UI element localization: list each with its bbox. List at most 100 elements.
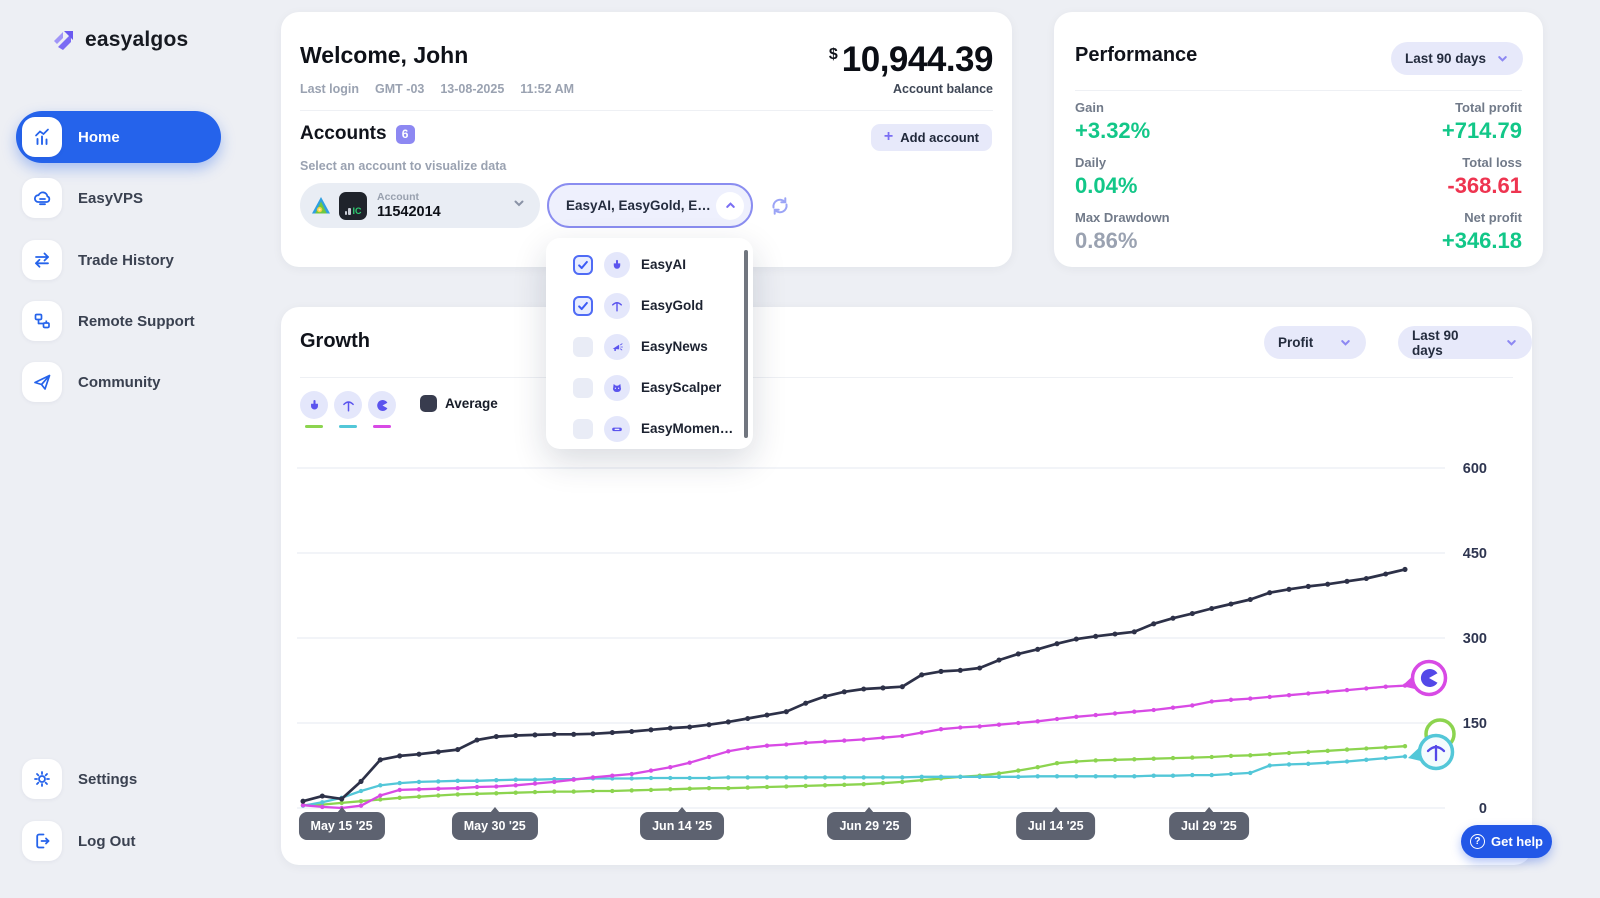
growth-card: Growth Profit Last 90 days (281, 307, 1532, 865)
sidebar-item-label: Remote Support (78, 313, 195, 330)
accounts-section-title: Accounts 6 (300, 123, 415, 145)
cloud-server-icon (22, 178, 62, 218)
dropdown-item-easynews[interactable]: EasyNews (546, 326, 753, 367)
logout-icon (22, 821, 62, 861)
pickaxe-icon (604, 293, 630, 319)
divider (300, 110, 993, 111)
chevron-down-icon (1505, 336, 1518, 349)
checkbox[interactable] (573, 419, 593, 439)
accounts-subtitle: Select an account to visualize data (300, 159, 506, 173)
performance-range-select[interactable]: Last 90 days (1391, 42, 1523, 75)
metric-daily: Daily 0.04% (1075, 155, 1137, 199)
chart-legend: Average (300, 391, 498, 419)
get-help-button[interactable]: ? Get help (1461, 825, 1552, 858)
logo-arrow-icon (50, 26, 77, 53)
sidebar-item-label: Settings (78, 771, 137, 788)
growth-range-select[interactable]: Last 90 days (1398, 326, 1532, 359)
account-label: Account (377, 191, 441, 203)
chevron-down-icon (1496, 52, 1509, 65)
broker-ic-markets-icon: IC (339, 192, 367, 220)
chevron-down-icon (512, 196, 526, 215)
sidebar-item-label: Log Out (78, 833, 135, 850)
strategies-multiselect[interactable]: EasyAI, EasyGold, E… (547, 183, 753, 228)
mt5-platform-icon (309, 194, 333, 218)
question-mark-icon: ? (1470, 834, 1485, 849)
x-axis-date-pill: Jun 14 '25 (640, 812, 724, 840)
performance-card: Performance Last 90 days Gain +3.32% Dai… (1054, 12, 1543, 267)
metric-max-drawdown: Max Drawdown 0.86% (1075, 210, 1170, 254)
balance-label: Account balance (829, 82, 993, 96)
add-account-button[interactable]: + Add account (871, 124, 992, 151)
sidebar-item-label: Community (78, 374, 161, 391)
hand-icon (604, 252, 630, 278)
megaphone-icon (604, 334, 630, 360)
last-login-label: Last login (300, 82, 359, 96)
account-selector[interactable]: IC Account 11542014 (300, 183, 540, 228)
pickaxe-icon (334, 391, 362, 419)
checkbox[interactable] (573, 378, 593, 398)
svg-text:150: 150 (1463, 716, 1487, 732)
account-balance: $ 10,944.39 Account balance (829, 40, 993, 96)
sidebar-item-logout[interactable]: Log Out (16, 815, 221, 867)
currency-symbol: $ (829, 46, 838, 64)
x-axis-labels: May 15 '25 May 30 '25 Jun 14 '25 Jun 29 '25… (297, 812, 1512, 852)
car-icon (604, 416, 630, 442)
accounts-count-badge: 6 (396, 125, 415, 144)
growth-metric-select[interactable]: Profit (1264, 326, 1366, 359)
cat-icon (604, 375, 630, 401)
x-axis-date-pill: Jul 14 '25 (1016, 812, 1096, 840)
dropdown-item-easymomentum[interactable]: EasyMomen… (546, 408, 753, 449)
chevron-up-icon[interactable] (716, 192, 744, 220)
login-date: 13-08-2025 (440, 82, 504, 96)
divider (300, 377, 1513, 378)
strategies-dropdown: EasyAI EasyGold EasyNews (546, 238, 753, 449)
svg-text:600: 600 (1463, 461, 1487, 477)
metric-total-loss: Total loss -368.61 (1447, 155, 1522, 199)
strategies-selected-value: EasyAI, EasyGold, E… (566, 198, 711, 213)
sidebar-item-label: Home (78, 129, 120, 146)
x-axis-date-pill: Jun 29 '25 (827, 812, 911, 840)
chevron-down-icon (1339, 336, 1352, 349)
performance-title: Performance (1075, 44, 1197, 67)
checkbox[interactable] (573, 337, 593, 357)
legend-average: Average (420, 395, 498, 412)
checkbox[interactable] (573, 296, 593, 316)
timezone: GMT -03 (375, 82, 424, 96)
account-number: 11542014 (377, 204, 441, 220)
gear-icon (22, 759, 62, 799)
network-nodes-icon (22, 301, 62, 341)
dropdown-item-easygold[interactable]: EasyGold (546, 285, 753, 326)
sidebar-item-easyvps[interactable]: EasyVPS (16, 172, 221, 224)
checkbox[interactable] (573, 255, 593, 275)
login-time: 11:52 AM (520, 82, 574, 96)
x-axis-date-pill: May 15 '25 (299, 812, 385, 840)
x-axis-date-pill: Jul 29 '25 (1169, 812, 1249, 840)
last-login-row: Last login GMT -03 13-08-2025 11:52 AM (300, 82, 574, 96)
bar-chart-icon (22, 117, 62, 157)
metric-total-profit: Total profit +714.79 (1442, 100, 1522, 144)
sidebar-item-home[interactable]: Home (16, 111, 221, 163)
sidebar: easyalgos Home EasyVPS Trade History (0, 0, 260, 898)
sidebar-item-trade-history[interactable]: Trade History (16, 234, 221, 286)
svg-text:450: 450 (1463, 546, 1487, 562)
balance-value: 10,944.39 (842, 40, 993, 80)
welcome-card: Welcome, John Last login GMT -03 13-08-2… (281, 12, 1012, 267)
scrollbar[interactable] (744, 250, 749, 438)
growth-chart[interactable]: 6004503001500 (297, 427, 1512, 847)
divider (1075, 90, 1522, 91)
average-swatch (420, 395, 437, 412)
metric-gain: Gain +3.32% (1075, 100, 1150, 144)
sidebar-item-label: Trade History (78, 252, 174, 269)
sidebar-item-settings[interactable]: Settings (16, 753, 221, 805)
refresh-icon[interactable] (769, 195, 791, 222)
dropdown-item-easyai[interactable]: EasyAI (546, 244, 753, 285)
growth-title: Growth (300, 330, 370, 353)
sidebar-item-remote-support[interactable]: Remote Support (16, 295, 221, 347)
app-logo: easyalgos (50, 26, 188, 53)
metric-net-profit: Net profit +346.18 (1442, 210, 1522, 254)
svg-text:300: 300 (1463, 631, 1487, 647)
sidebar-item-community[interactable]: Community (16, 356, 221, 408)
pacman-icon (368, 391, 396, 419)
dropdown-item-easyscalper[interactable]: EasyScalper (546, 367, 753, 408)
x-axis-date-pill: May 30 '25 (452, 812, 538, 840)
